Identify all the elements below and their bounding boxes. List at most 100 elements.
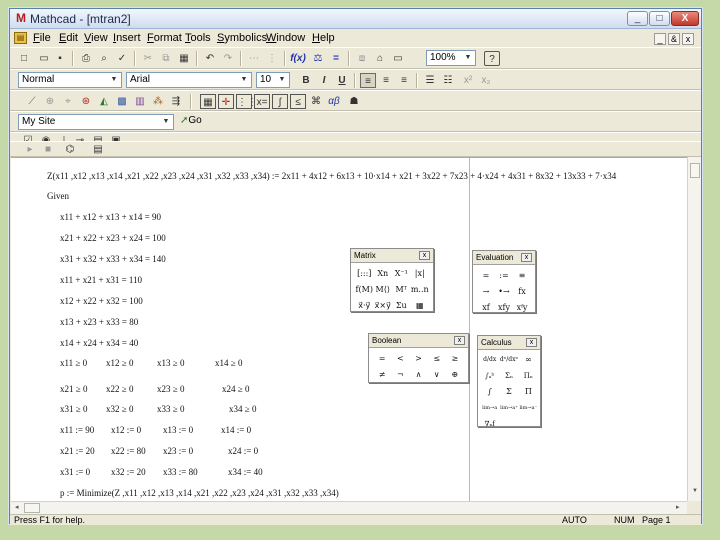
close-icon[interactable]: x [526, 338, 537, 347]
dot-product-button[interactable]: x⃗·y⃗ [355, 298, 374, 314]
component-icon[interactable]: ⧈ [354, 51, 370, 66]
horizontal-scrollbar[interactable]: ◂ ▸ [11, 501, 687, 514]
zoom-select[interactable]: 100% ▼ [426, 50, 476, 66]
constraint[interactable]: x14 + x24 + x34 = 40 [60, 338, 138, 348]
menu-view[interactable]: View [84, 32, 108, 44]
left-limit-button[interactable]: lim→a⁻ [519, 400, 538, 416]
product-button[interactable]: Πₙ [519, 368, 538, 384]
symbolic-evaluate-button[interactable]: → [477, 284, 495, 300]
contour-tool-icon[interactable]: ▩ [114, 94, 130, 109]
subscript-icon[interactable]: x₂ [478, 73, 494, 88]
menu-window[interactable]: Window [266, 32, 305, 44]
resource-center-icon[interactable]: ⌂ [372, 51, 388, 66]
surface-tool-icon[interactable]: ◭ [96, 94, 112, 109]
subscript-button[interactable]: Xn [374, 266, 393, 282]
or-button[interactable]: ∨ [428, 367, 446, 383]
menu-file[interactable]: File [33, 32, 51, 44]
definite-integral-button[interactable]: ∫ₐᵇ [480, 368, 499, 384]
initial-guess[interactable]: x23 := 0 [163, 446, 193, 456]
postfix-operator-button[interactable]: xf [477, 300, 495, 316]
initial-guess[interactable]: x14 := 0 [221, 425, 251, 435]
worksheet[interactable]: Z(x11 ,x12 ,x13 ,x14 ,x21 ,x22 ,x23 ,x24… [11, 157, 687, 501]
insert-function-icon[interactable]: f(x) [290, 51, 306, 66]
nonneg-constraint[interactable]: x32 ≥ 0 [106, 404, 133, 414]
less-equal-button[interactable]: ≤ [428, 351, 446, 367]
constraint[interactable]: x31 + x32 + x33 + x34 = 140 [60, 254, 166, 264]
font-size-select[interactable]: 10 ▼ [256, 72, 290, 88]
minimize-button[interactable]: _ [627, 11, 648, 26]
align-center-icon[interactable]: ≡ [378, 73, 394, 88]
save-icon[interactable]: ▪ [52, 51, 68, 66]
menu-format[interactable]: Format [147, 32, 182, 44]
gradient-button[interactable]: ∇ₓf [480, 416, 499, 432]
column-button[interactable]: M⟨⟩ [374, 282, 393, 298]
inverse-button[interactable]: X⁻¹ [392, 266, 411, 282]
nth-derivative-button[interactable]: dⁿ/dxⁿ [499, 352, 518, 368]
infix-operator-button[interactable]: xfy [495, 300, 513, 316]
limit-button[interactable]: lim→a [480, 400, 499, 416]
boolean-palette-title[interactable]: Boolean x [369, 334, 468, 348]
close-icon[interactable]: x [521, 253, 532, 262]
indefinite-integral-button[interactable]: ∫ [480, 384, 499, 400]
vertical-scrollbar[interactable]: ▼ [687, 157, 701, 501]
greater-than-button[interactable]: > [409, 351, 427, 367]
scroll-right-arrow-icon[interactable]: ▸ [676, 503, 680, 511]
programming-palette-icon[interactable]: ⌘ [308, 94, 324, 109]
nonneg-constraint[interactable]: x34 ≥ 0 [229, 404, 256, 414]
initial-guess[interactable]: x31 := 0 [60, 467, 90, 477]
symbolic-palette-icon[interactable]: ☗ [346, 94, 362, 109]
right-limit-button[interactable]: lim→a⁺ [499, 400, 518, 416]
picture-button[interactable]: ▦ [411, 298, 430, 314]
define-button[interactable]: := [495, 268, 513, 284]
scatter-tool-icon[interactable]: ⁂ [150, 94, 166, 109]
close-icon[interactable]: x [454, 336, 465, 345]
less-than-button[interactable]: < [391, 351, 409, 367]
align-down-icon[interactable]: ⋮ [264, 51, 280, 66]
nonneg-constraint[interactable]: x14 ≥ 0 [215, 358, 242, 368]
menu-tools[interactable]: Tools [185, 32, 211, 44]
graph-palette-icon[interactable]: ✛ [218, 94, 234, 109]
initial-guess[interactable]: x12 := 0 [111, 425, 141, 435]
xor-button[interactable]: ⊕ [446, 367, 464, 383]
infinity-button[interactable]: ∞ [519, 352, 538, 368]
not-button[interactable]: ¬ [391, 367, 409, 383]
initial-guess[interactable]: x11 := 90 [60, 425, 94, 435]
close-button[interactable]: X [671, 11, 699, 26]
and-button[interactable]: ∧ [409, 367, 427, 383]
matrix-palette-icon[interactable]: ⋮⋮ [236, 94, 257, 109]
menu-help[interactable]: Help [312, 32, 335, 44]
minimize-expression[interactable]: p := Minimize(Z ,x11 ,x12 ,x13 ,x14 ,x21… [60, 488, 339, 498]
scroll-left-arrow-icon[interactable]: ◂ [15, 503, 19, 511]
copy-icon[interactable]: ⧉ [158, 51, 174, 66]
cross-product-button[interactable]: x⃗×y⃗ [374, 298, 393, 314]
new-icon[interactable]: □ [16, 51, 32, 66]
menu-insert[interactable]: Insert [113, 32, 141, 44]
initial-guess[interactable]: x22 := 80 [111, 446, 146, 456]
document-icon[interactable]: ▤ [14, 32, 27, 44]
superscript-icon[interactable]: x² [460, 73, 476, 88]
treefix-operator-button[interactable]: xᶠy [513, 300, 531, 316]
equal-button[interactable]: = [373, 351, 391, 367]
play-icon[interactable]: ▸ [22, 142, 38, 157]
go-button[interactable]: ➚Go [180, 115, 202, 126]
greater-equal-button[interactable]: ≥ [446, 351, 464, 367]
maximize-button[interactable]: □ [649, 11, 670, 26]
zoom-tool-icon[interactable]: ⊕ [42, 94, 58, 109]
site-select[interactable]: My Site ▼ [18, 114, 174, 130]
constraint[interactable]: x11 + x21 + x31 = 110 [60, 275, 142, 285]
global-define-button[interactable]: ≡ [513, 268, 531, 284]
stop-icon[interactable]: ■ [40, 142, 56, 157]
insert-unit-icon[interactable]: ⚖ [310, 51, 326, 66]
vectorize-button[interactable]: f(M) [355, 282, 374, 298]
bar3d-tool-icon[interactable]: ▥ [132, 94, 148, 109]
greek-palette-icon[interactable]: αβ [326, 94, 342, 109]
print-icon[interactable]: ⎙ [78, 51, 94, 66]
matrix-palette-title[interactable]: Matrix x [351, 249, 433, 263]
calculus-palette[interactable]: Calculus x d/dx dⁿ/dxⁿ ∞ ∫ₐᵇ Σₙ Πₙ ∫ Σ Π … [477, 335, 541, 428]
spell-check-icon[interactable]: ✓ [114, 51, 130, 66]
given-keyword[interactable]: Given [47, 191, 69, 201]
debug-window-icon[interactable]: ▤ [90, 142, 106, 157]
summation-button[interactable]: Σₙ [499, 368, 518, 384]
constraint[interactable]: x13 + x23 + x33 = 80 [60, 317, 138, 327]
redo-icon[interactable]: ↷ [220, 51, 236, 66]
